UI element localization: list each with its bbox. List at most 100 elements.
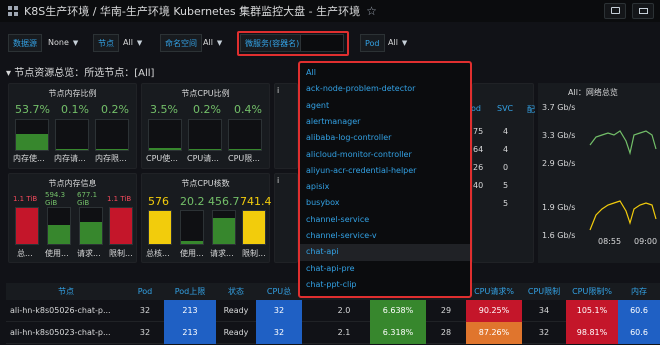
dashboard-grid-icon: [8, 6, 18, 16]
svc-count: 0: [503, 163, 509, 172]
dropdown-option[interactable]: channel-service: [300, 212, 470, 228]
datasource-label: 数据源: [8, 34, 42, 52]
cpu-used-value: 3.5%: [150, 103, 178, 116]
chevron-down-icon: ▼: [136, 39, 143, 47]
memory-limit-value: 0.2%: [101, 103, 129, 116]
cpu-used-pct: 6.318%: [370, 322, 426, 344]
section-title[interactable]: ▾ 节点资源总览：所选节点：[All]: [6, 64, 154, 79]
status: Ready: [223, 306, 249, 315]
cpu-used-pct: 6.638%: [370, 300, 426, 322]
dropdown-option-highlighted[interactable]: chat-api: [300, 244, 470, 261]
memory-ratio-panel: 节点内存比例 53.7% 0.1% 0.2% 内存使... 内存请... 内存限…: [8, 83, 137, 169]
chevron-down-icon: ▼: [72, 39, 79, 47]
memory-limit-gauge: [95, 119, 129, 151]
memory-request-value: 0.1%: [61, 103, 89, 116]
dropdown-option[interactable]: All: [300, 65, 470, 81]
memory: 60.6: [618, 300, 660, 322]
y-tick: 3.7 Gb/s: [542, 103, 576, 112]
pod-count: 32: [139, 328, 151, 337]
cpu-ratio-panel: 节点CPU比例 3.5% 0.2% 0.4% CPU使... CPU请... C…: [141, 83, 270, 169]
tv-mode-icon[interactable]: [604, 3, 626, 19]
dropdown-option[interactable]: alicloud-monitor-controller: [300, 147, 470, 163]
dropdown-option[interactable]: chat-ppt-clip: [300, 277, 470, 293]
cpu-request: 29: [440, 306, 452, 315]
chevron-down-icon: ▼: [401, 39, 408, 47]
node-select[interactable]: All ▼: [119, 34, 146, 52]
cpu-request-gauge: [212, 210, 236, 245]
partial-panel: i: [274, 173, 298, 263]
dropdown-option[interactable]: ack-node-problem-detector: [300, 81, 470, 97]
table-row[interactable]: ali-hn-k8s05023-chat-p... 32 213 Ready 3…: [6, 322, 660, 344]
cpu-limit-value: 0.4%: [234, 103, 262, 116]
svc-count: 5: [503, 199, 509, 208]
panel-title: All：网络总览: [568, 88, 618, 97]
y-tick: 1.9 Gb/s: [542, 203, 576, 212]
dropdown-option[interactable]: aliyun-acr-credential-helper: [300, 163, 470, 179]
column-header-status[interactable]: 状态: [216, 283, 256, 300]
y-tick: 2.9 Gb/s: [542, 159, 576, 168]
star-icon[interactable]: ☆: [366, 4, 377, 18]
column-header-pod-limit[interactable]: Pod上限: [164, 283, 216, 300]
network-in-line: [589, 130, 657, 156]
cpu-total: 32: [256, 322, 302, 344]
cpu-cores-panel: 节点CPU核数 576 20.2 456.7 741.4 总核... 使用...…: [141, 173, 272, 263]
column-header-node[interactable]: 节点: [6, 283, 126, 300]
column-header-cpu-limit[interactable]: CPU限制: [522, 283, 566, 300]
cpu-total: 32: [256, 300, 302, 322]
info-icon: i: [277, 86, 280, 95]
memory-request-gauge: [79, 207, 103, 245]
gauge-label: 内存使...: [13, 154, 45, 163]
top-bar: K8S生产环境 / 华南-生产环境 Kubernetes 集群监控大盘 - 生产…: [0, 0, 660, 22]
dropdown-option[interactable]: apisix: [300, 179, 470, 195]
network-out-line: [589, 200, 657, 231]
cpu-request: 28: [440, 328, 452, 337]
cpu-total-value: 576: [148, 195, 169, 208]
memory-used-value: 53.7%: [15, 103, 50, 116]
dropdown-option[interactable]: channel-service-v: [300, 228, 470, 244]
column-header-pod[interactable]: Pod: [126, 283, 164, 300]
pod-column-header: od: [471, 104, 481, 113]
dropdown-option[interactable]: alertmanager: [300, 114, 470, 130]
x-tick: 08:55: [598, 237, 622, 246]
cpu-limit-gauge: [242, 210, 266, 245]
svc-count: 4: [503, 127, 509, 136]
svc-column-header: SVC: [497, 104, 514, 113]
memory-used-gauge: [47, 207, 71, 245]
gauge-label: 总核...: [146, 249, 170, 258]
cpu-request-value: 0.2%: [193, 103, 221, 116]
gauge-label: 限制...: [242, 249, 266, 258]
dropdown-option[interactable]: agent: [300, 98, 470, 114]
gauge-label: CPU使...: [146, 154, 178, 163]
cpu-limit: 32: [538, 328, 550, 337]
y-tick: 3.3 Gb/s: [542, 131, 576, 140]
pod-count: 75: [473, 127, 484, 136]
gauge-label: 使用...: [180, 249, 204, 258]
cpu-request-pct: 87.26%: [466, 322, 522, 344]
column-header-cpu-limit-pct[interactable]: CPU限制%: [566, 283, 618, 300]
memory-total-gauge: [15, 207, 39, 245]
namespace-select[interactable]: All ▼: [199, 34, 226, 52]
cpu-limit-pct: 105.1%: [566, 300, 618, 322]
monitor-icon[interactable]: [632, 3, 654, 19]
dashboard-title[interactable]: K8S生产环境 / 华南-生产环境 Kubernetes 集群监控大盘 - 生产…: [24, 3, 360, 19]
column-header-memory[interactable]: 内存: [618, 283, 660, 300]
panel-title: 节点CPU比例: [181, 89, 230, 98]
table-row[interactable]: ali-hn-k8s05026-chat-p... 32 213 Ready 3…: [6, 300, 660, 322]
column-header-cpu-request-pct[interactable]: CPU请求%: [466, 283, 522, 300]
svc-count: 5: [503, 181, 509, 190]
dropdown-option[interactable]: alibaba-log-controller: [300, 130, 470, 146]
node-name: ali-hn-k8s05023-chat-p...: [10, 328, 111, 337]
cpu-request-value: 456.7: [208, 195, 240, 208]
section-title-text: 节点资源总览：所选节点：[All]: [14, 68, 155, 79]
network-chart-svg: [589, 130, 657, 231]
gauge-label: CPU请...: [187, 154, 219, 163]
memory-limit-gauge: [109, 207, 133, 245]
pod-select[interactable]: All ▼: [384, 34, 411, 52]
datasource-select[interactable]: None ▼: [44, 34, 82, 52]
dropdown-option[interactable]: busybox: [300, 195, 470, 211]
dropdown-option[interactable]: chat-api-pre: [300, 261, 470, 277]
cpu-used-value: 20.2: [180, 195, 205, 208]
datasource-value: None: [48, 38, 69, 47]
pod-limit: 213: [164, 300, 216, 322]
column-header-cpu-total[interactable]: CPU总: [256, 283, 302, 300]
